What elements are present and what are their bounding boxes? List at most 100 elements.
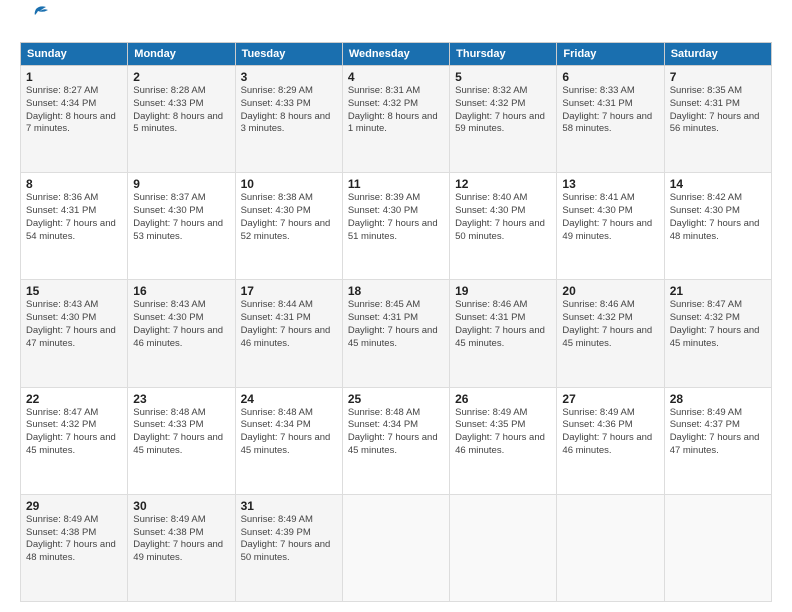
calendar-header-friday: Friday bbox=[557, 43, 664, 66]
calendar-cell: 30Sunrise: 8:49 AMSunset: 4:38 PMDayligh… bbox=[128, 494, 235, 601]
day-info: Sunrise: 8:32 AMSunset: 4:32 PMDaylight:… bbox=[455, 85, 551, 136]
header bbox=[20, 16, 772, 34]
calendar-header-sunday: Sunday bbox=[21, 43, 128, 66]
calendar-cell bbox=[557, 494, 664, 601]
calendar-cell: 10Sunrise: 8:38 AMSunset: 4:30 PMDayligh… bbox=[235, 173, 342, 280]
day-number: 19 bbox=[455, 284, 551, 298]
calendar-cell: 14Sunrise: 8:42 AMSunset: 4:30 PMDayligh… bbox=[664, 173, 771, 280]
calendar-cell: 25Sunrise: 8:48 AMSunset: 4:34 PMDayligh… bbox=[342, 387, 449, 494]
calendar-cell bbox=[450, 494, 557, 601]
calendar-cell: 17Sunrise: 8:44 AMSunset: 4:31 PMDayligh… bbox=[235, 280, 342, 387]
day-number: 29 bbox=[26, 499, 122, 513]
day-info: Sunrise: 8:49 AMSunset: 4:39 PMDaylight:… bbox=[241, 514, 337, 565]
day-number: 5 bbox=[455, 70, 551, 84]
day-info: Sunrise: 8:48 AMSunset: 4:33 PMDaylight:… bbox=[133, 407, 229, 458]
calendar-cell: 15Sunrise: 8:43 AMSunset: 4:30 PMDayligh… bbox=[21, 280, 128, 387]
calendar-header-thursday: Thursday bbox=[450, 43, 557, 66]
calendar-cell: 5Sunrise: 8:32 AMSunset: 4:32 PMDaylight… bbox=[450, 66, 557, 173]
day-number: 7 bbox=[670, 70, 766, 84]
calendar-cell: 8Sunrise: 8:36 AMSunset: 4:31 PMDaylight… bbox=[21, 173, 128, 280]
day-info: Sunrise: 8:38 AMSunset: 4:30 PMDaylight:… bbox=[241, 192, 337, 243]
day-number: 26 bbox=[455, 392, 551, 406]
calendar-header-wednesday: Wednesday bbox=[342, 43, 449, 66]
calendar-cell: 7Sunrise: 8:35 AMSunset: 4:31 PMDaylight… bbox=[664, 66, 771, 173]
day-info: Sunrise: 8:29 AMSunset: 4:33 PMDaylight:… bbox=[241, 85, 337, 136]
day-info: Sunrise: 8:35 AMSunset: 4:31 PMDaylight:… bbox=[670, 85, 766, 136]
calendar-cell: 11Sunrise: 8:39 AMSunset: 4:30 PMDayligh… bbox=[342, 173, 449, 280]
calendar-cell: 28Sunrise: 8:49 AMSunset: 4:37 PMDayligh… bbox=[664, 387, 771, 494]
day-number: 24 bbox=[241, 392, 337, 406]
day-info: Sunrise: 8:28 AMSunset: 4:33 PMDaylight:… bbox=[133, 85, 229, 136]
day-info: Sunrise: 8:39 AMSunset: 4:30 PMDaylight:… bbox=[348, 192, 444, 243]
day-info: Sunrise: 8:49 AMSunset: 4:37 PMDaylight:… bbox=[670, 407, 766, 458]
day-number: 6 bbox=[562, 70, 658, 84]
day-info: Sunrise: 8:43 AMSunset: 4:30 PMDaylight:… bbox=[26, 299, 122, 350]
day-info: Sunrise: 8:43 AMSunset: 4:30 PMDaylight:… bbox=[133, 299, 229, 350]
calendar-table: SundayMondayTuesdayWednesdayThursdayFrid… bbox=[20, 42, 772, 602]
day-info: Sunrise: 8:37 AMSunset: 4:30 PMDaylight:… bbox=[133, 192, 229, 243]
calendar-header-row: SundayMondayTuesdayWednesdayThursdayFrid… bbox=[21, 43, 772, 66]
day-info: Sunrise: 8:45 AMSunset: 4:31 PMDaylight:… bbox=[348, 299, 444, 350]
day-number: 17 bbox=[241, 284, 337, 298]
day-info: Sunrise: 8:46 AMSunset: 4:31 PMDaylight:… bbox=[455, 299, 551, 350]
day-info: Sunrise: 8:49 AMSunset: 4:35 PMDaylight:… bbox=[455, 407, 551, 458]
day-info: Sunrise: 8:27 AMSunset: 4:34 PMDaylight:… bbox=[26, 85, 122, 136]
day-number: 16 bbox=[133, 284, 229, 298]
calendar-cell: 4Sunrise: 8:31 AMSunset: 4:32 PMDaylight… bbox=[342, 66, 449, 173]
calendar-cell: 20Sunrise: 8:46 AMSunset: 4:32 PMDayligh… bbox=[557, 280, 664, 387]
logo-bird-icon bbox=[22, 5, 50, 27]
day-number: 12 bbox=[455, 177, 551, 191]
calendar-cell: 27Sunrise: 8:49 AMSunset: 4:36 PMDayligh… bbox=[557, 387, 664, 494]
calendar-cell: 2Sunrise: 8:28 AMSunset: 4:33 PMDaylight… bbox=[128, 66, 235, 173]
day-number: 14 bbox=[670, 177, 766, 191]
day-info: Sunrise: 8:42 AMSunset: 4:30 PMDaylight:… bbox=[670, 192, 766, 243]
calendar-week-row: 29 Sunrise: 8:49 AMSunset: 4:38 PMDayligh… bbox=[21, 494, 772, 601]
day-number: 11 bbox=[348, 177, 444, 191]
calendar-cell: 21Sunrise: 8:47 AMSunset: 4:32 PMDayligh… bbox=[664, 280, 771, 387]
calendar-cell: 22Sunrise: 8:47 AMSunset: 4:32 PMDayligh… bbox=[21, 387, 128, 494]
day-info: Sunrise: 8:41 AMSunset: 4:30 PMDaylight:… bbox=[562, 192, 658, 243]
day-info: Sunrise: 8:46 AMSunset: 4:32 PMDaylight:… bbox=[562, 299, 658, 350]
calendar-cell: 16Sunrise: 8:43 AMSunset: 4:30 PMDayligh… bbox=[128, 280, 235, 387]
calendar-week-row: 8Sunrise: 8:36 AMSunset: 4:31 PMDaylight… bbox=[21, 173, 772, 280]
day-info: Sunrise: 8:40 AMSunset: 4:30 PMDaylight:… bbox=[455, 192, 551, 243]
calendar-cell: 6Sunrise: 8:33 AMSunset: 4:31 PMDaylight… bbox=[557, 66, 664, 173]
calendar-cell: 31Sunrise: 8:49 AMSunset: 4:39 PMDayligh… bbox=[235, 494, 342, 601]
day-number: 23 bbox=[133, 392, 229, 406]
calendar-header-monday: Monday bbox=[128, 43, 235, 66]
day-info: Sunrise: 8:33 AMSunset: 4:31 PMDaylight:… bbox=[562, 85, 658, 136]
page: SundayMondayTuesdayWednesdayThursdayFrid… bbox=[0, 0, 792, 612]
day-info: Sunrise: 8:44 AMSunset: 4:31 PMDaylight:… bbox=[241, 299, 337, 350]
calendar-week-row: 1Sunrise: 8:27 AMSunset: 4:34 PMDaylight… bbox=[21, 66, 772, 173]
day-number: 30 bbox=[133, 499, 229, 513]
calendar-cell: 3Sunrise: 8:29 AMSunset: 4:33 PMDaylight… bbox=[235, 66, 342, 173]
day-number: 2 bbox=[133, 70, 229, 84]
day-info: Sunrise: 8:49 AMSunset: 4:38 PMDaylight:… bbox=[133, 514, 229, 565]
calendar-header-tuesday: Tuesday bbox=[235, 43, 342, 66]
day-number: 27 bbox=[562, 392, 658, 406]
day-number: 22 bbox=[26, 392, 122, 406]
day-number: 18 bbox=[348, 284, 444, 298]
logo bbox=[20, 16, 50, 34]
calendar-cell bbox=[664, 494, 771, 601]
calendar-week-row: 15Sunrise: 8:43 AMSunset: 4:30 PMDayligh… bbox=[21, 280, 772, 387]
day-number: 3 bbox=[241, 70, 337, 84]
day-number: 28 bbox=[670, 392, 766, 406]
day-number: 4 bbox=[348, 70, 444, 84]
day-number: 25 bbox=[348, 392, 444, 406]
calendar-cell: 9Sunrise: 8:37 AMSunset: 4:30 PMDaylight… bbox=[128, 173, 235, 280]
day-number: 13 bbox=[562, 177, 658, 191]
calendar-cell: 24Sunrise: 8:48 AMSunset: 4:34 PMDayligh… bbox=[235, 387, 342, 494]
day-number: 31 bbox=[241, 499, 337, 513]
day-number: 9 bbox=[133, 177, 229, 191]
calendar-cell: 12Sunrise: 8:40 AMSunset: 4:30 PMDayligh… bbox=[450, 173, 557, 280]
calendar-cell bbox=[342, 494, 449, 601]
calendar-cell: 13Sunrise: 8:41 AMSunset: 4:30 PMDayligh… bbox=[557, 173, 664, 280]
day-number: 8 bbox=[26, 177, 122, 191]
day-info: Sunrise: 8:48 AMSunset: 4:34 PMDaylight:… bbox=[241, 407, 337, 458]
day-number: 21 bbox=[670, 284, 766, 298]
calendar-cell: 23Sunrise: 8:48 AMSunset: 4:33 PMDayligh… bbox=[128, 387, 235, 494]
calendar-cell: 19Sunrise: 8:46 AMSunset: 4:31 PMDayligh… bbox=[450, 280, 557, 387]
day-info: Sunrise: 8:47 AMSunset: 4:32 PMDaylight:… bbox=[670, 299, 766, 350]
day-number: 20 bbox=[562, 284, 658, 298]
